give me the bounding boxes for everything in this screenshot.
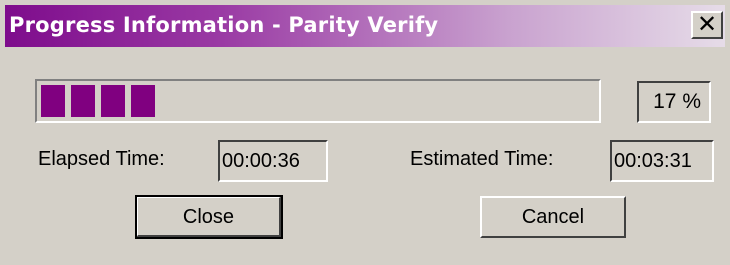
progress-block <box>71 85 95 117</box>
progress-bar <box>35 79 601 123</box>
cancel-button[interactable]: Cancel <box>480 196 626 238</box>
title-bar[interactable]: Progress Information - Parity Verify ✕ <box>5 5 725 47</box>
progress-block <box>41 85 65 117</box>
progress-fill <box>41 85 155 117</box>
estimated-time-value: 00:03:31 <box>610 140 714 182</box>
elapsed-time-label: Elapsed Time: <box>38 148 165 170</box>
close-icon[interactable]: ✕ <box>691 11 723 39</box>
progress-block <box>101 85 125 117</box>
elapsed-time-value: 00:00:36 <box>218 140 328 182</box>
percent-value: 17 % <box>637 81 711 123</box>
estimated-time-label: Estimated Time: <box>410 148 554 170</box>
progress-block <box>131 85 155 117</box>
progress-dialog: Progress Information - Parity Verify ✕ 1… <box>0 0 730 265</box>
close-button[interactable]: Close <box>135 195 283 239</box>
window-title: Progress Information - Parity Verify <box>9 13 439 37</box>
